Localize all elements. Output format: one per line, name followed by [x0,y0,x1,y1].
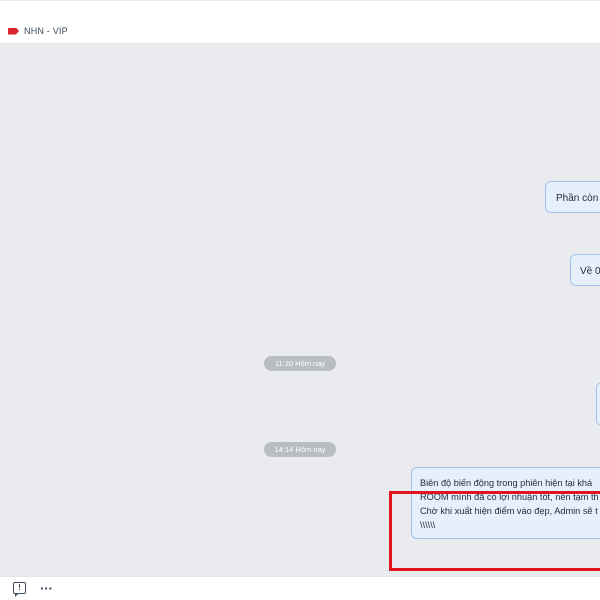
message-line: ROOM mình đã có lợi nhuận tốt, nên tạm t… [420,492,599,502]
timestamp-divider: 14:14 Hôm nay [264,442,336,457]
tag-label: NHN - VIP [24,26,68,36]
timestamp-divider: 11:20 Hôm nay [264,356,336,371]
chat-tag[interactable]: NHN - VIP [8,26,68,36]
more-options-icon[interactable]: ··· [40,580,53,596]
message-text: Về 0x [580,266,600,277]
more-glyph: ··· [40,580,53,596]
feedback-glyph: ! [18,583,21,592]
message-bubble[interactable] [596,382,600,426]
message-text: Phần còn lạ [556,193,600,204]
feedback-icon[interactable]: ! [13,582,26,597]
message-list[interactable]: Phần còn lạ Về 0x 11:20 Hôm nay 14:14 Hô… [0,44,600,576]
message-line: Biên độ biến động trong phiên hiện tại k… [420,478,593,488]
message-bubble[interactable]: Phần còn lạ [545,181,600,213]
message-line: Chờ khi xuất hiện điểm vào đẹp, Admin sẽ… [420,506,598,516]
message-bubble[interactable]: Về 0x [570,254,600,286]
tag-icon [8,27,19,35]
chat-header: NHN - VIP [0,0,600,44]
message-bubble[interactable]: Biên độ biến động trong phiên hiện tại k… [411,467,600,539]
message-line: \\\\\\ [420,520,436,530]
chat-footer: ! ··· [0,576,600,600]
